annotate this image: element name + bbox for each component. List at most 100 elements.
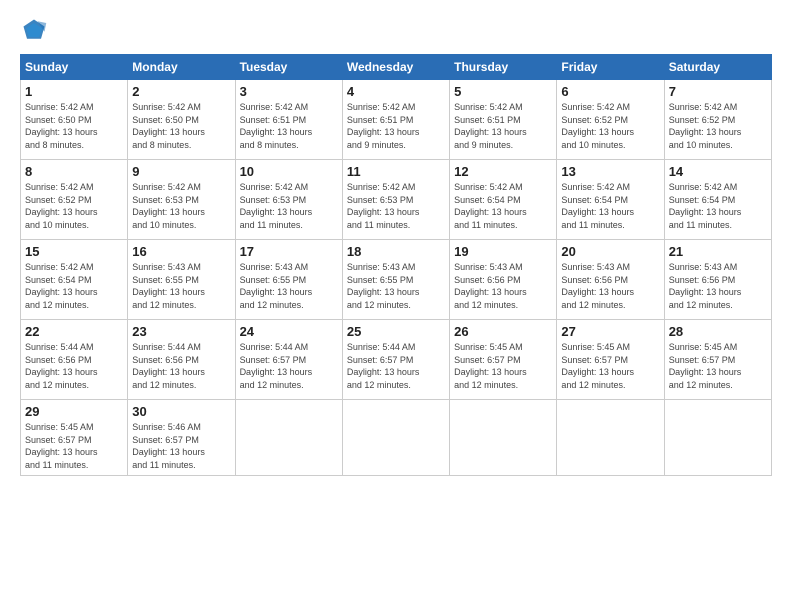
day-number: 15 [25,244,123,259]
day-cell: 18 Sunrise: 5:43 AM Sunset: 6:55 PM Dayli… [342,240,449,320]
day-info: Sunrise: 5:43 AM Sunset: 6:55 PM Dayligh… [240,261,338,311]
day-number: 14 [669,164,767,179]
day-cell: 5Sunrise: 5:42 AM Sunset: 6:51 PM Daylig… [450,80,557,160]
day-info: Sunrise: 5:43 AM Sunset: 6:56 PM Dayligh… [454,261,552,311]
day-info: Sunrise: 5:44 AM Sunset: 6:57 PM Dayligh… [347,341,445,391]
day-info: Sunrise: 5:43 AM Sunset: 6:56 PM Dayligh… [561,261,659,311]
day-cell: 30 Sunrise: 5:46 AM Sunset: 6:57 PM Dayli… [128,400,235,476]
day-info: Sunrise: 5:42 AM Sunset: 6:54 PM Dayligh… [454,181,552,231]
day-info: Sunrise: 5:42 AM Sunset: 6:50 PM Dayligh… [25,101,123,151]
day-number: 17 [240,244,338,259]
day-cell: 21 Sunrise: 5:43 AM Sunset: 6:56 PM Dayli… [664,240,771,320]
day-cell: 19 Sunrise: 5:43 AM Sunset: 6:56 PM Dayli… [450,240,557,320]
day-cell: 8 Sunrise: 5:42 AM Sunset: 6:52 PM Daylig… [21,160,128,240]
day-info: Sunrise: 5:44 AM Sunset: 6:56 PM Dayligh… [25,341,123,391]
day-info: Sunrise: 5:42 AM Sunset: 6:51 PM Dayligh… [240,101,338,151]
day-info: Sunrise: 5:43 AM Sunset: 6:56 PM Dayligh… [669,261,767,311]
day-number: 25 [347,324,445,339]
day-cell: 28Sunrise: 5:45 AM Sunset: 6:57 PM Dayli… [664,320,771,400]
day-number: 13 [561,164,659,179]
week-row-1: 1Sunrise: 5:42 AM Sunset: 6:50 PM Daylig… [21,80,772,160]
day-number: 19 [454,244,552,259]
day-cell: 3Sunrise: 5:42 AM Sunset: 6:51 PM Daylig… [235,80,342,160]
day-number: 4 [347,84,445,99]
day-number: 8 [25,164,123,179]
header [20,16,772,44]
day-info: Sunrise: 5:43 AM Sunset: 6:55 PM Dayligh… [132,261,230,311]
day-number: 10 [240,164,338,179]
day-info: Sunrise: 5:45 AM Sunset: 6:57 PM Dayligh… [25,421,123,471]
page: SundayMondayTuesdayWednesdayThursdayFrid… [0,0,792,612]
logo-icon [20,16,48,44]
day-cell: 26Sunrise: 5:45 AM Sunset: 6:57 PM Dayli… [450,320,557,400]
day-info: Sunrise: 5:42 AM Sunset: 6:50 PM Dayligh… [132,101,230,151]
day-info: Sunrise: 5:42 AM Sunset: 6:53 PM Dayligh… [132,181,230,231]
day-number: 29 [25,404,123,419]
day-number: 23 [132,324,230,339]
day-info: Sunrise: 5:44 AM Sunset: 6:57 PM Dayligh… [240,341,338,391]
day-cell: 27 Sunrise: 5:45 AM Sunset: 6:57 PM Dayli… [557,320,664,400]
day-number: 28 [669,324,767,339]
day-info: Sunrise: 5:45 AM Sunset: 6:57 PM Dayligh… [561,341,659,391]
day-cell: 2 Sunrise: 5:42 AM Sunset: 6:50 PM Daylig… [128,80,235,160]
day-cell: 6 Sunrise: 5:42 AM Sunset: 6:52 PM Daylig… [557,80,664,160]
day-cell: 12 Sunrise: 5:42 AM Sunset: 6:54 PM Dayli… [450,160,557,240]
day-info: Sunrise: 5:42 AM Sunset: 6:54 PM Dayligh… [561,181,659,231]
day-cell: 22Sunrise: 5:44 AM Sunset: 6:56 PM Dayli… [21,320,128,400]
day-cell: 4 Sunrise: 5:42 AM Sunset: 6:51 PM Daylig… [342,80,449,160]
calendar-header-row: SundayMondayTuesdayWednesdayThursdayFrid… [21,55,772,80]
day-info: Sunrise: 5:42 AM Sunset: 6:51 PM Dayligh… [347,101,445,151]
day-cell: 10 Sunrise: 5:42 AM Sunset: 6:53 PM Dayli… [235,160,342,240]
day-number: 12 [454,164,552,179]
day-cell [342,400,449,476]
day-info: Sunrise: 5:42 AM Sunset: 6:53 PM Dayligh… [347,181,445,231]
day-info: Sunrise: 5:42 AM Sunset: 6:54 PM Dayligh… [669,181,767,231]
day-number: 18 [347,244,445,259]
day-number: 30 [132,404,230,419]
day-info: Sunrise: 5:42 AM Sunset: 6:53 PM Dayligh… [240,181,338,231]
day-cell: 1Sunrise: 5:42 AM Sunset: 6:50 PM Daylig… [21,80,128,160]
day-number: 11 [347,164,445,179]
col-header-friday: Friday [557,55,664,80]
day-info: Sunrise: 5:42 AM Sunset: 6:52 PM Dayligh… [561,101,659,151]
day-cell: 23 Sunrise: 5:44 AM Sunset: 6:56 PM Dayli… [128,320,235,400]
day-cell: 9 Sunrise: 5:42 AM Sunset: 6:53 PM Daylig… [128,160,235,240]
col-header-saturday: Saturday [664,55,771,80]
week-row-2: 8 Sunrise: 5:42 AM Sunset: 6:52 PM Daylig… [21,160,772,240]
week-row-3: 15 Sunrise: 5:42 AM Sunset: 6:54 PM Dayli… [21,240,772,320]
day-cell: 13 Sunrise: 5:42 AM Sunset: 6:54 PM Dayli… [557,160,664,240]
day-cell: 25 Sunrise: 5:44 AM Sunset: 6:57 PM Dayli… [342,320,449,400]
day-cell: 24 Sunrise: 5:44 AM Sunset: 6:57 PM Dayli… [235,320,342,400]
day-info: Sunrise: 5:42 AM Sunset: 6:52 PM Dayligh… [25,181,123,231]
day-number: 27 [561,324,659,339]
day-number: 21 [669,244,767,259]
col-header-thursday: Thursday [450,55,557,80]
col-header-monday: Monday [128,55,235,80]
day-info: Sunrise: 5:42 AM Sunset: 6:52 PM Dayligh… [669,101,767,151]
day-number: 2 [132,84,230,99]
day-info: Sunrise: 5:43 AM Sunset: 6:55 PM Dayligh… [347,261,445,311]
day-cell [450,400,557,476]
day-number: 20 [561,244,659,259]
day-number: 16 [132,244,230,259]
day-number: 24 [240,324,338,339]
week-row-4: 22Sunrise: 5:44 AM Sunset: 6:56 PM Dayli… [21,320,772,400]
day-info: Sunrise: 5:42 AM Sunset: 6:54 PM Dayligh… [25,261,123,311]
day-info: Sunrise: 5:46 AM Sunset: 6:57 PM Dayligh… [132,421,230,471]
logo [20,16,52,44]
day-info: Sunrise: 5:42 AM Sunset: 6:51 PM Dayligh… [454,101,552,151]
day-info: Sunrise: 5:45 AM Sunset: 6:57 PM Dayligh… [454,341,552,391]
day-cell: 7 Sunrise: 5:42 AM Sunset: 6:52 PM Daylig… [664,80,771,160]
day-cell: 15 Sunrise: 5:42 AM Sunset: 6:54 PM Dayli… [21,240,128,320]
day-cell: 16 Sunrise: 5:43 AM Sunset: 6:55 PM Dayli… [128,240,235,320]
day-cell: 11 Sunrise: 5:42 AM Sunset: 6:53 PM Dayli… [342,160,449,240]
day-info: Sunrise: 5:44 AM Sunset: 6:56 PM Dayligh… [132,341,230,391]
day-cell [557,400,664,476]
day-number: 7 [669,84,767,99]
col-header-wednesday: Wednesday [342,55,449,80]
day-cell: 17 Sunrise: 5:43 AM Sunset: 6:55 PM Dayli… [235,240,342,320]
day-number: 6 [561,84,659,99]
day-number: 9 [132,164,230,179]
week-row-5: 29 Sunrise: 5:45 AM Sunset: 6:57 PM Dayli… [21,400,772,476]
day-cell: 14 Sunrise: 5:42 AM Sunset: 6:54 PM Dayli… [664,160,771,240]
